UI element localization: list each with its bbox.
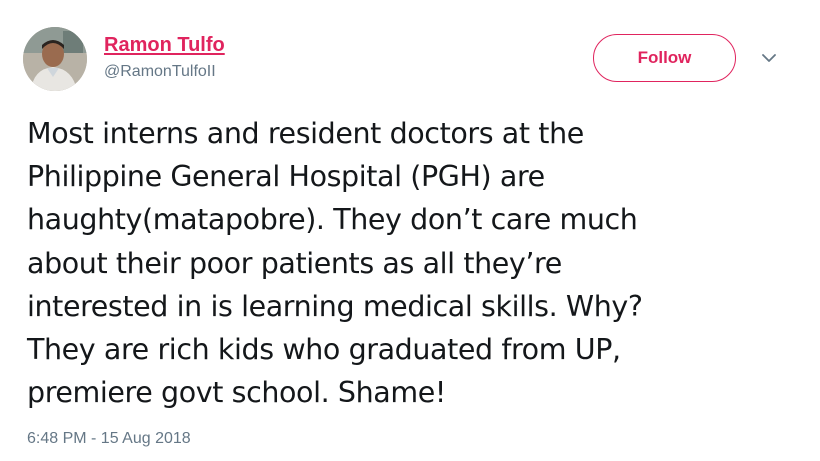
tweet-text-line: Philippine General Hospital (PGH) are <box>27 160 545 194</box>
chevron-down-icon[interactable] <box>758 50 780 66</box>
tweet-text-line: about their poor patients as all they’re <box>27 246 562 280</box>
follow-button[interactable]: Follow <box>593 34 736 82</box>
tweet-timestamp[interactable]: 6:48 PM - 15 Aug 2018 <box>27 430 191 448</box>
tweet-text: Most interns and resident doctors at the… <box>27 112 787 414</box>
author-handle: @RamonTulfoII <box>104 63 216 80</box>
avatar[interactable] <box>23 27 87 91</box>
tweet-text-line: Most interns and resident doctors at the <box>27 117 584 150</box>
tweet-text-line: haughty(matapobre). They don’t care much <box>27 203 638 237</box>
tweet-text-line: interested in is learning medical skills… <box>27 289 643 323</box>
avatar-image <box>23 27 87 91</box>
author-display-name[interactable]: Ramon Tulfo <box>104 34 225 57</box>
tweet-text-line: premiere govt school. Shame! <box>27 376 446 410</box>
tweet-card: Ramon Tulfo @RamonTulfoII Follow Most in… <box>0 0 820 461</box>
tweet-text-line: They are rich kids who graduated from UP… <box>27 333 621 367</box>
